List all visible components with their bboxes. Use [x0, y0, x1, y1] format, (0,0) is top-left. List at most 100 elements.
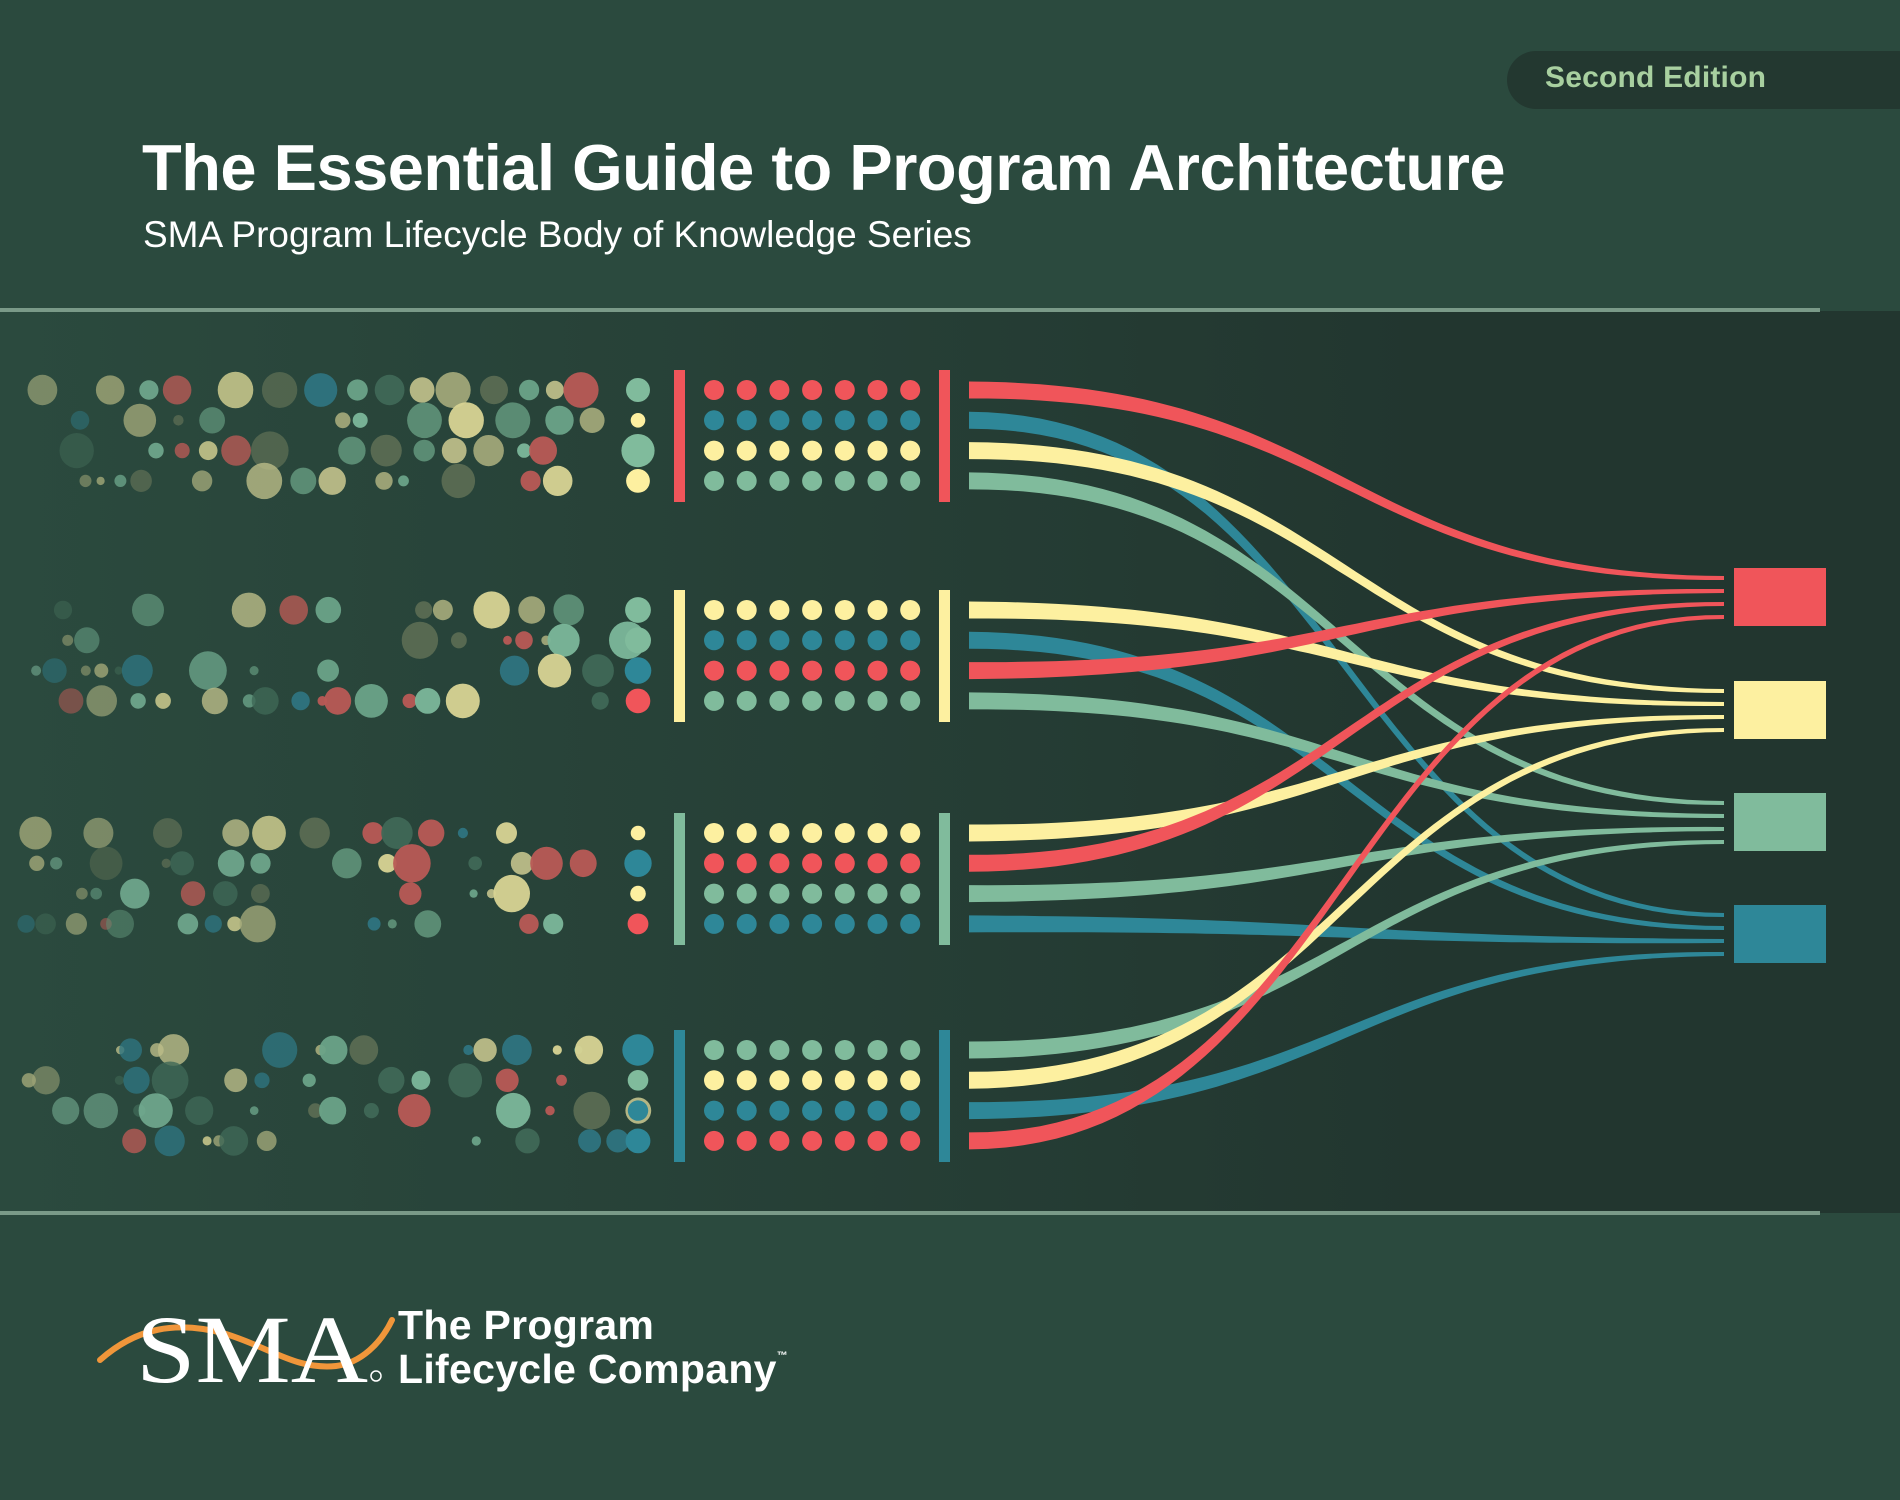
- scatter-dot: [114, 1075, 124, 1085]
- scatter-dot: [29, 855, 45, 871]
- scatter-dot: [74, 627, 100, 654]
- scatter-dot: [627, 913, 649, 935]
- grid-dot: [769, 380, 790, 400]
- grid-dot: [834, 1130, 855, 1151]
- scatter-dot: [542, 465, 573, 496]
- scatter-dot: [261, 372, 298, 408]
- scatter-dot: [251, 884, 270, 904]
- logo-tagline-2: Lifecycle Company™: [398, 1346, 788, 1393]
- scatter-dot: [123, 1066, 150, 1094]
- scatter-dot: [496, 1092, 531, 1129]
- grid-dot: [736, 600, 757, 620]
- scatter-dot: [202, 1136, 212, 1146]
- scatter-dot: [530, 846, 563, 880]
- scatter-dot: [413, 439, 435, 462]
- scatter-dot: [76, 887, 88, 900]
- scatter-dot: [335, 412, 351, 429]
- scatter-dot: [70, 410, 90, 430]
- scatter-dot: [338, 436, 366, 465]
- scatter-dot: [35, 913, 56, 935]
- grid-dot: [736, 690, 757, 711]
- scatter-dot: [120, 878, 150, 909]
- grid-dot: [704, 853, 724, 874]
- scatter-dot: [62, 634, 74, 646]
- grid-dot: [802, 380, 823, 400]
- scatter-dot: [95, 375, 125, 405]
- scatter-dot: [448, 402, 484, 439]
- scatter-dot: [349, 1035, 379, 1065]
- scatter-dot: [42, 658, 67, 683]
- flow-ribbon-green: [969, 840, 1724, 1059]
- scatter-dot: [378, 1066, 405, 1094]
- scatter-dot: [362, 822, 384, 844]
- flow-ribbon-green: [969, 826, 1724, 903]
- scatter-dot: [130, 693, 146, 709]
- scatter-dot: [625, 627, 651, 654]
- scatter-dot: [315, 596, 342, 624]
- scatter-dot: [545, 1105, 555, 1116]
- scatter-dot: [123, 403, 157, 437]
- grid-dot: [802, 1130, 823, 1151]
- scatter-dot: [173, 415, 184, 426]
- grid-dot: [704, 380, 724, 400]
- grid-dot: [834, 913, 855, 934]
- grid-dot: [736, 883, 757, 904]
- scatter-dot: [569, 849, 597, 878]
- grid-dot: [769, 853, 790, 874]
- scatter-dot: [624, 849, 652, 877]
- scatter-dot: [496, 822, 517, 844]
- flow-ribbon-red: [969, 381, 1724, 580]
- scatter-dot: [591, 692, 609, 710]
- scatter-dot: [451, 632, 467, 649]
- network-illustration: [17, 370, 1826, 1162]
- scatter-dot: [627, 1070, 649, 1091]
- scatter-dot: [370, 434, 402, 467]
- grid-dot: [900, 1070, 921, 1091]
- scatter-dot: [256, 1130, 277, 1151]
- grid-dot: [802, 660, 823, 681]
- scatter-dot: [627, 1100, 649, 1121]
- trademark-mark: ™: [776, 1350, 789, 1362]
- grid-dot: [704, 660, 724, 681]
- grid-dot: [736, 380, 757, 400]
- grid-dot: [769, 913, 790, 934]
- scatter-dot: [553, 594, 584, 626]
- grid-dot: [802, 853, 823, 874]
- target-box-red: [1734, 568, 1826, 626]
- scatter-dot: [189, 651, 227, 690]
- scatter-dot: [432, 599, 453, 621]
- grid-dot: [802, 823, 823, 843]
- scatter-dot: [473, 591, 510, 629]
- grid-dot: [867, 913, 888, 934]
- scatter-dot: [398, 475, 409, 487]
- scatter-dot: [473, 1038, 497, 1062]
- grid-dot: [704, 1100, 724, 1121]
- scatter-dot: [441, 463, 476, 499]
- scatter-dot: [574, 1035, 604, 1065]
- grid-dot: [867, 690, 888, 711]
- grid-dot: [900, 410, 921, 431]
- grid-dot: [736, 823, 757, 843]
- scatter-dot: [114, 474, 127, 487]
- dot-grid-group: [674, 370, 950, 502]
- scatter-dot: [122, 1128, 147, 1154]
- dot-grid-group: [674, 590, 950, 722]
- scatter-dot: [90, 887, 102, 900]
- scatter-dot: [121, 654, 153, 687]
- scatter-dot: [324, 687, 352, 715]
- scatter-dot: [630, 413, 646, 428]
- scatter-dot: [579, 407, 605, 433]
- scatter-dot: [471, 1136, 481, 1146]
- grid-dot: [834, 600, 855, 620]
- scatter-dot: [86, 685, 117, 717]
- scatter-dot: [52, 1096, 80, 1125]
- grid-dot: [867, 660, 888, 681]
- scatter-dot: [543, 913, 564, 935]
- scatter-dot: [174, 442, 190, 459]
- scatter-dot: [469, 889, 478, 898]
- sma-letters: SMA: [136, 1298, 368, 1398]
- grid-dot: [802, 1040, 823, 1060]
- scatter-dot: [154, 1125, 185, 1157]
- grid-dot: [704, 410, 724, 431]
- scatter-dot: [503, 635, 512, 645]
